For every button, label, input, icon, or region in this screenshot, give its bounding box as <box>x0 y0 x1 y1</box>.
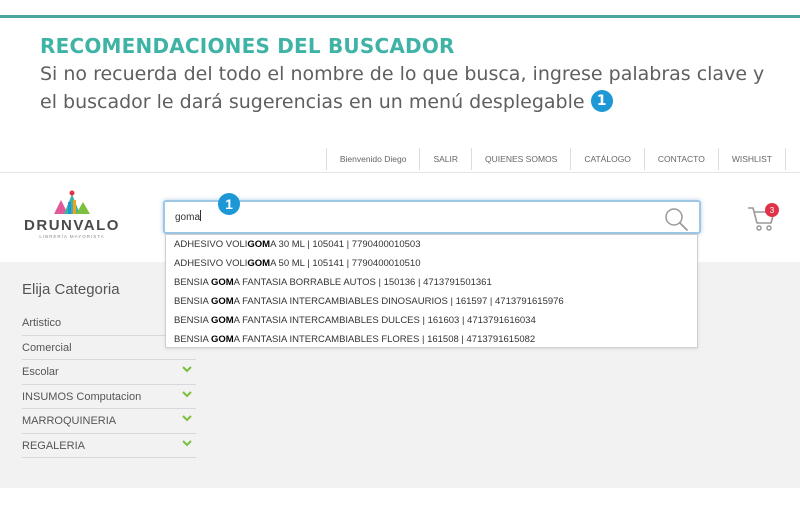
chevron-down-icon[interactable] <box>182 414 192 422</box>
chevron-down-icon[interactable] <box>182 439 192 447</box>
search-suggestions-dropdown: ADHESIVO VOLIGOMA 30 ML | 105041 | 77904… <box>165 234 698 348</box>
suggestion-match: GOM <box>210 277 234 288</box>
suggestion-suffix: A FANTASIA INTERCAMBIABLES DULCES | 1616… <box>233 315 536 326</box>
topnav-contact-link[interactable]: CONTACTO <box>643 148 718 170</box>
site-logo[interactable]: DRUNVALO LIBRERÍA MAYORISTA <box>22 190 122 242</box>
topnav-catalog-link[interactable]: CATÁLOGO <box>570 148 644 170</box>
category-label: Escolar <box>22 366 59 378</box>
logo-tagline: LIBRERÍA MAYORISTA <box>39 234 105 239</box>
text-caret <box>200 210 202 221</box>
suggestion-suffix: A FANTASIA INTERCAMBIABLES DINOSAURIOS |… <box>233 296 564 307</box>
topnav-wishlist-link[interactable]: WISHLIST <box>717 148 786 170</box>
suggestion-suffix: A FANTASIA INTERCAMBIABLES FLORES | 1615… <box>233 334 536 345</box>
suggestion-prefix: BENSIA <box>174 334 211 345</box>
topnav-welcome: Bienvenido Diego <box>325 148 420 170</box>
category-item-marroquineria[interactable]: MARROQUINERIA <box>22 409 196 434</box>
search-icon[interactable] <box>663 206 689 232</box>
suggestion-item[interactable]: ADHESIVO VOLIGOMA 30 ML | 105041 | 77904… <box>166 235 697 254</box>
top-nav: Bienvenido Diego SALIR QUIENES SOMOS CAT… <box>325 148 786 170</box>
suggestion-prefix: BENSIA <box>174 315 211 326</box>
category-item-regaleria[interactable]: REGALERIA <box>22 434 196 458</box>
category-label: Artistico <box>22 317 62 329</box>
search-callout-badge: 1 <box>218 193 240 215</box>
search-input[interactable]: goma <box>163 200 701 234</box>
step-badge: 1 <box>590 89 613 112</box>
instructions-description-text: Si no recuerda del todo el nombre de lo … <box>40 63 765 113</box>
cart-count-badge: 3 <box>765 203 779 217</box>
topnav-about-link[interactable]: QUIENES SOMOS <box>471 148 570 170</box>
suggestion-suffix: A 50 ML | 105141 | 7790400010510 <box>270 258 421 269</box>
category-item-escolar[interactable]: Escolar <box>22 360 196 385</box>
category-label: Comercial <box>22 341 72 354</box>
suggestion-prefix: BENSIA <box>174 296 211 307</box>
suggestion-prefix: ADHESIVO VOLI <box>174 258 248 269</box>
logo-name: DRUNVALO <box>24 217 120 234</box>
category-label: INSUMOS Computacion <box>22 390 142 403</box>
category-title: Elija Categoria <box>22 281 120 298</box>
suggestion-prefix: BENSIA <box>174 277 211 288</box>
suggestion-item[interactable]: BENSIA GOMA FANTASIA INTERCAMBIABLES DIN… <box>166 292 697 311</box>
suggestion-item[interactable]: BENSIA GOMA FANTASIA BORRABLE AUTOS | 15… <box>166 273 697 292</box>
suggestion-match: GOM <box>247 258 271 269</box>
suggestion-match: GOM <box>210 296 234 307</box>
category-item-insumos[interactable]: INSUMOS Computacion <box>22 385 196 409</box>
chevron-down-icon[interactable] <box>182 365 192 373</box>
topnav-logout-link[interactable]: SALIR <box>419 148 471 170</box>
instructions-description: Si no recuerda del todo el nombre de lo … <box>40 60 780 116</box>
logo-mark-icon <box>54 190 90 214</box>
suggestion-match: GOM <box>247 239 271 250</box>
instructions-title: RECOMENDACIONES DEL BUSCADOR <box>40 34 455 58</box>
suggestion-item[interactable]: ADHESIVO VOLIGOMA 50 ML | 105141 | 77904… <box>166 254 697 273</box>
category-label: MARROQUINERIA <box>22 415 117 427</box>
suggestion-prefix: ADHESIVO VOLI <box>174 239 248 250</box>
search-value: goma <box>175 210 202 223</box>
suggestion-item[interactable]: BENSIA GOMA FANTASIA INTERCAMBIABLES DUL… <box>166 311 697 330</box>
category-label: REGALERIA <box>22 439 85 452</box>
suggestion-item[interactable]: BENSIA GOMA FANTASIA INTERCAMBIABLES FLO… <box>166 330 697 349</box>
suggestion-match: GOM <box>210 315 234 326</box>
top-rule <box>0 15 800 18</box>
suggestion-match: GOM <box>210 334 234 345</box>
suggestion-suffix: A FANTASIA BORRABLE AUTOS | 150136 | 471… <box>233 277 492 288</box>
suggestion-suffix: A 30 ML | 105041 | 7790400010503 <box>270 239 421 250</box>
chevron-down-icon[interactable] <box>182 390 192 398</box>
search-query: goma <box>175 212 201 223</box>
